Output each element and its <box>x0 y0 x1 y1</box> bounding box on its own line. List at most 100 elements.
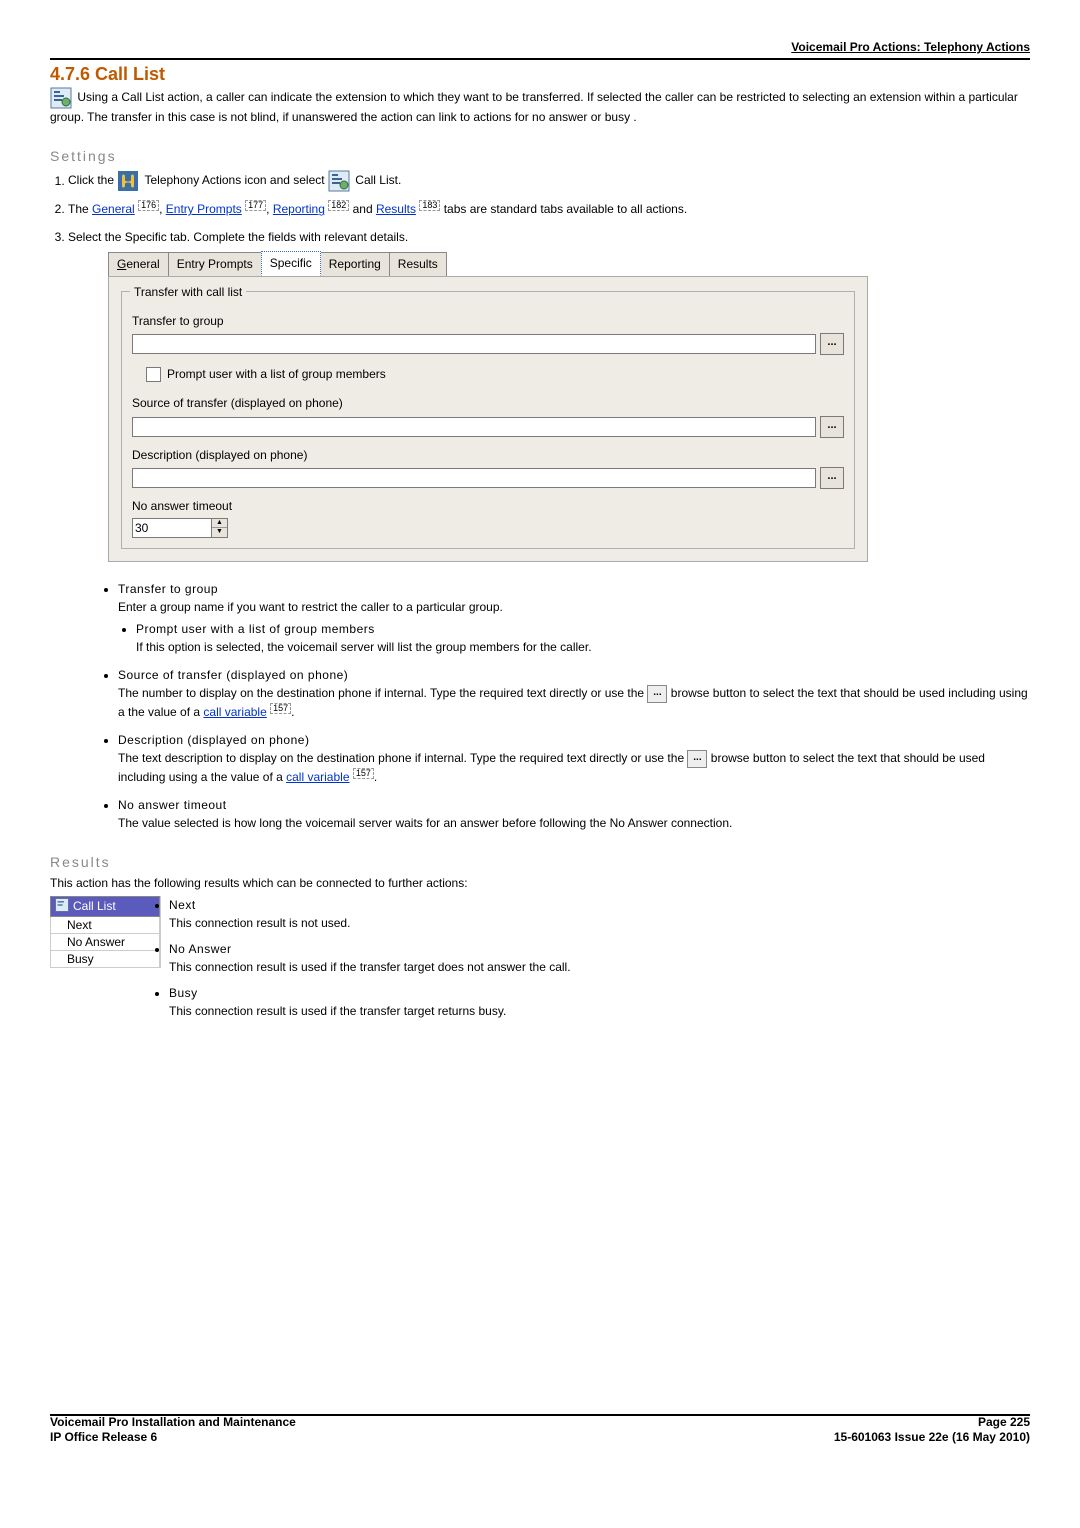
b1-title: Transfer to group <box>118 582 218 596</box>
footer: Voicemail Pro Installation and Maintenan… <box>50 1415 1030 1446</box>
spinner: ▲ ▼ <box>212 518 228 538</box>
tab-general[interactable]: General <box>108 252 169 276</box>
spinner-down[interactable]: ▼ <box>212 528 227 537</box>
entry-prompts-link[interactable]: Entry Prompts <box>166 202 242 216</box>
pageref-177: 177 <box>245 200 266 211</box>
c2: , <box>266 202 273 216</box>
browse-button[interactable]: ... <box>820 416 844 438</box>
bullet-timeout: No answer timeout The value selected is … <box>118 796 1030 832</box>
pageref-182: 182 <box>328 200 349 211</box>
tab-general-mn: G <box>117 257 126 271</box>
transfer-to-group-input[interactable] <box>132 334 816 354</box>
telephony-actions-icon <box>117 170 139 192</box>
b2-tail: . <box>291 705 294 719</box>
footer-left-1: Voicemail Pro Installation and Maintenan… <box>50 1415 296 1431</box>
b4-body: The value selected is how long the voice… <box>118 816 732 830</box>
b1a-body: If this option is selected, the voicemai… <box>136 640 592 654</box>
page-title: 4.7.6 Call List <box>50 64 1030 85</box>
bullet-description: Description (displayed on phone) The tex… <box>118 731 1030 786</box>
timeout-input[interactable] <box>132 518 212 538</box>
tab-reporting[interactable]: Reporting <box>320 252 390 276</box>
r1-title: Next <box>169 898 196 912</box>
and: and <box>353 202 376 216</box>
step3-text: Select the Specific tab. Complete the fi… <box>68 230 408 244</box>
result-busy: Busy This connection result is used if t… <box>169 984 1030 1020</box>
browse-icon: ... <box>647 685 667 703</box>
prompt-user-checkbox[interactable] <box>146 367 161 382</box>
b3-a: The text description to display on the d… <box>118 751 687 765</box>
pageref-157: 157 <box>353 768 374 779</box>
tree-item-busy[interactable]: Busy <box>50 951 160 968</box>
tab-results[interactable]: Results <box>389 252 447 276</box>
bullet-source: Source of transfer (displayed on phone) … <box>118 666 1030 721</box>
intro-text: Using a Call List action, a caller can i… <box>50 90 1018 124</box>
pageref-157: 157 <box>270 703 291 714</box>
breadcrumb: Voicemail Pro Actions: Telephony Actions <box>50 40 1030 54</box>
call-list-icon <box>50 87 72 109</box>
results-descriptions: Next This connection result is not used.… <box>161 896 1030 1028</box>
top-rule <box>50 58 1030 60</box>
b4-title: No answer timeout <box>118 798 227 812</box>
step1-c: Call List. <box>355 174 401 188</box>
spinner-up[interactable]: ▲ <box>212 519 227 529</box>
bullet-prompt-user: Prompt user with a list of group members… <box>136 620 1030 656</box>
bullet-transfer-to-group: Transfer to group Enter a group name if … <box>118 580 1030 656</box>
description-input[interactable] <box>132 468 816 488</box>
tree-item-next[interactable]: Next <box>50 917 160 934</box>
b3-title: Description (displayed on phone) <box>118 733 309 747</box>
step1-b: Telephony Actions icon and select <box>144 174 327 188</box>
result-noanswer: No Answer This connection result is used… <box>169 940 1030 976</box>
r3-title: Busy <box>169 986 198 1000</box>
field-descriptions: Transfer to group Enter a group name if … <box>100 580 1030 832</box>
tree-header-label: Call List <box>73 899 116 913</box>
step-2: The General 176, Entry Prompts 177, Repo… <box>68 200 1030 219</box>
results-tree: Call List Next No Answer Busy <box>50 896 161 968</box>
tree-item-noanswer[interactable]: No Answer <box>50 934 160 951</box>
results-link[interactable]: Results <box>376 202 416 216</box>
browse-icon: ... <box>687 750 707 768</box>
b3-tail: . <box>374 770 377 784</box>
browse-button[interactable]: ... <box>820 467 844 489</box>
tree-header: Call List <box>50 896 160 917</box>
step2-tail: tabs are standard tabs available to all … <box>444 202 687 216</box>
result-next: Next This connection result is not used. <box>169 896 1030 932</box>
tab-entry-prompts[interactable]: Entry Prompts <box>168 252 262 276</box>
intro-paragraph: Using a Call List action, a caller can i… <box>50 87 1030 126</box>
results-section: Results This action has the following re… <box>50 854 1030 1028</box>
step-3: Select the Specific tab. Complete the fi… <box>68 228 1030 562</box>
tab-strip: General Entry Prompts Specific Reporting… <box>108 251 1030 276</box>
r1-body: This connection result is not used. <box>169 916 350 930</box>
label-prompt-user: Prompt user with a list of group members <box>167 365 386 384</box>
label-description: Description (displayed on phone) <box>132 446 844 465</box>
fieldset-legend: Transfer with call list <box>130 283 246 302</box>
step1-a: Click the <box>68 174 117 188</box>
call-variable-link[interactable]: call variable <box>203 705 266 719</box>
b2-a: The number to display on the destination… <box>118 686 647 700</box>
r3-body: This connection result is used if the tr… <box>169 1004 506 1018</box>
pageref-183: 183 <box>419 200 440 211</box>
tab-specific[interactable]: Specific <box>261 251 321 276</box>
general-link[interactable]: General <box>92 202 135 216</box>
label-source: Source of transfer (displayed on phone) <box>132 394 844 413</box>
footer-left-2: IP Office Release 6 <box>50 1430 296 1446</box>
source-input[interactable] <box>132 417 816 437</box>
step2-a: The <box>68 202 92 216</box>
settings-steps: Click the Telephony Actions icon and sel… <box>68 170 1030 562</box>
r2-body: This connection result is used if the tr… <box>169 960 571 974</box>
call-variable-link[interactable]: call variable <box>286 770 349 784</box>
r2-title: No Answer <box>169 942 232 956</box>
call-list-icon <box>328 170 350 192</box>
results-intro: This action has the following results wh… <box>50 876 1030 890</box>
reporting-link[interactable]: Reporting <box>273 202 325 216</box>
results-heading: Results <box>50 854 1030 870</box>
fieldset-transfer: Transfer with call list Transfer to grou… <box>121 291 855 549</box>
label-timeout: No answer timeout <box>132 497 844 516</box>
c1: , <box>159 202 166 216</box>
browse-button[interactable]: ... <box>820 333 844 355</box>
call-list-icon <box>55 898 69 915</box>
footer-right-2: 15-601063 Issue 22e (16 May 2010) <box>834 1430 1030 1446</box>
b1a-title: Prompt user with a list of group members <box>136 622 375 636</box>
settings-heading: Settings <box>50 148 1030 164</box>
step-1: Click the Telephony Actions icon and sel… <box>68 170 1030 192</box>
pageref-176: 176 <box>138 200 159 211</box>
